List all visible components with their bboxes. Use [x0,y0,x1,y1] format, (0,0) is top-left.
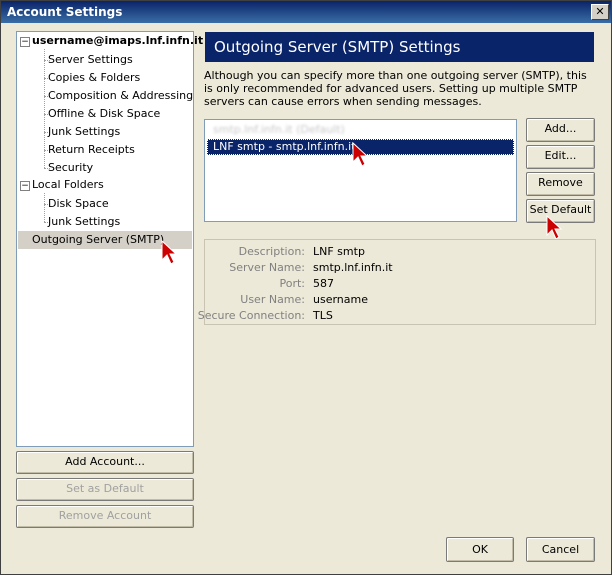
tree-item-offline-disk[interactable]: Offline & Disk Space [48,106,160,122]
edit-server-label: Edit... [544,149,577,162]
account-settings-window: Account Settings ✕ − username@imaps.lnf.… [0,0,612,575]
remove-server-label: Remove [538,176,583,189]
collapse-local-folders-icon[interactable]: − [20,181,30,191]
tree-item-outgoing-server[interactable]: Outgoing Server (SMTP) [32,232,164,248]
tree-item-copies-folders[interactable]: Copies & Folders [48,70,140,86]
edit-server-button[interactable]: Edit... [526,145,595,169]
remove-server-button[interactable]: Remove [526,172,595,196]
close-icon[interactable]: ✕ [591,4,609,20]
add-server-button[interactable]: Add... [526,118,595,142]
secure-connection-value: TLS [313,309,333,322]
add-account-button[interactable]: Add Account... [16,451,194,474]
title-bar: Account Settings ✕ [1,1,611,23]
account-tree[interactable]: − username@imaps.lnf.infn.it Server Sett… [16,31,203,447]
description-label: Description: [238,245,305,258]
pointer-arrow-icon [546,215,563,240]
secure-connection-label: Secure Connection: [197,309,305,322]
collapse-account-icon[interactable]: − [20,37,30,47]
tree-connector [44,193,45,222]
remove-account-button[interactable]: Remove Account [16,505,194,528]
tree-item-composition[interactable]: Composition & Addressing [48,88,193,104]
ok-label: OK [472,543,488,556]
cancel-button[interactable]: Cancel [526,537,595,562]
page-title-text: Outgoing Server (SMTP) Settings [214,38,461,56]
add-account-label: Add Account... [65,455,145,468]
smtp-server-list[interactable]: smtp.lnf.infn.it (Default) LNF smtp - sm… [204,119,517,222]
tree-item-junk-settings[interactable]: Junk Settings [48,124,120,140]
set-as-default-button[interactable]: Set as Default [16,478,194,501]
list-item-default-server[interactable]: smtp.lnf.infn.it (Default) [207,122,514,138]
server-details-panel: Description: LNF smtp Server Name: smtp.… [198,239,596,325]
add-server-label: Add... [544,122,577,135]
smtp-description: Although you can specify more than one o… [204,69,587,108]
cancel-label: Cancel [541,543,580,556]
ok-button[interactable]: OK [446,537,514,562]
remove-account-label: Remove Account [58,509,152,522]
tree-item-local-junk-settings[interactable]: Junk Settings [48,214,120,230]
pointer-arrow-icon [161,240,178,265]
pointer-arrow-icon [352,142,369,167]
window-title: Account Settings [7,5,123,19]
tree-account[interactable]: username@imaps.lnf.infn.it [32,33,203,49]
user-name-value: username [313,293,368,306]
set-as-default-label: Set as Default [66,482,144,495]
tree-local-folders[interactable]: Local Folders [32,177,104,193]
user-name-label: User Name: [240,293,305,306]
page-title: Outgoing Server (SMTP) Settings [205,32,594,62]
tree-item-security[interactable]: Security [48,160,93,176]
tree-item-disk-space[interactable]: Disk Space [48,196,109,212]
tree-item-return-receipts[interactable]: Return Receipts [48,142,135,158]
port-label: Port: [279,277,305,290]
tree-item-server-settings[interactable]: Server Settings [48,52,133,68]
description-value: LNF smtp [313,245,365,258]
server-name-value: smtp.lnf.infn.it [313,261,393,274]
server-name-label: Server Name: [229,261,305,274]
port-value: 587 [313,277,334,290]
